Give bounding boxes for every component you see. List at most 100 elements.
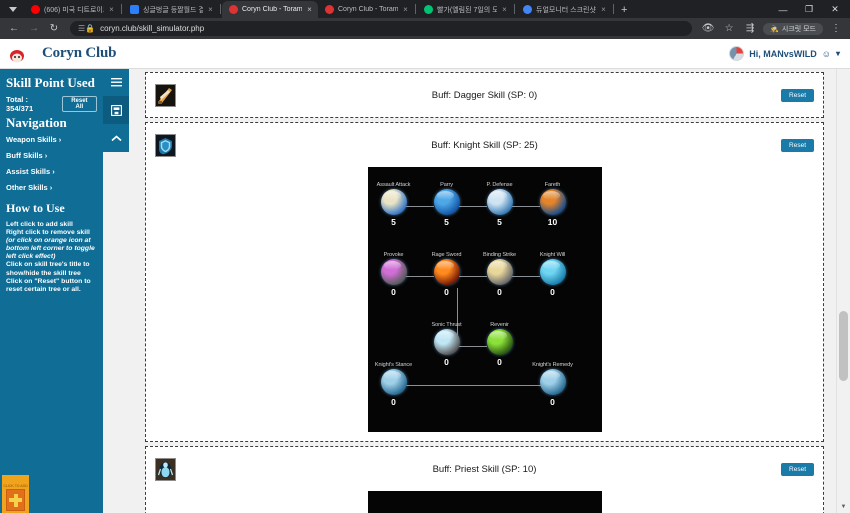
skill-node-label: P. Defense xyxy=(486,182,513,188)
chevron-down-icon: ▾ xyxy=(835,49,840,58)
reload-icon[interactable]: ↻ xyxy=(46,21,62,37)
browser-tab[interactable]: 싱글벙글 등짤월드 결계지형인 × xyxy=(123,1,219,18)
close-icon[interactable]: × xyxy=(501,5,508,14)
site-info-icon[interactable]: ☰🔒 xyxy=(78,24,95,33)
panel-header[interactable]: Buff: Priest Skill (SP: 10) Reset xyxy=(146,447,823,491)
toggle-click-mode-button[interactable]: CLICK TO ADD xyxy=(2,475,29,513)
back-arrow-icon[interactable]: ← xyxy=(6,21,22,37)
tab-search-button[interactable] xyxy=(2,0,24,18)
address-bar[interactable]: ☰🔒 coryn.club/skill_simulator.php xyxy=(70,21,693,36)
browser-menu-icon[interactable]: ⋮ xyxy=(828,21,844,37)
skill-node[interactable]: Rage Sword 0 xyxy=(424,251,470,297)
skill-node-value: 5 xyxy=(444,217,449,227)
incognito-profile-chip[interactable]: 🕵 시크릿 모드 xyxy=(763,22,823,35)
close-icon[interactable]: × xyxy=(600,5,607,14)
hamburger-icon[interactable] xyxy=(103,68,129,96)
book-icon[interactable] xyxy=(103,96,129,124)
user-menu[interactable]: Hi, MANvsWILD ☺ ▾ xyxy=(729,46,840,61)
skill-node-label: Provoke xyxy=(383,252,404,258)
skill-node[interactable]: Binding Strike 0 xyxy=(477,251,523,297)
maximize-button[interactable]: ❐ xyxy=(796,1,822,18)
skill-node-value: 0 xyxy=(391,397,396,407)
skill-node-value: 0 xyxy=(444,287,449,297)
help-line: Left click to add skill xyxy=(6,221,73,228)
skill-node-label: Rage Sword xyxy=(431,252,462,258)
skill-tree-priest[interactable] xyxy=(367,491,602,513)
close-window-button[interactable]: ✕ xyxy=(822,1,848,18)
panel-header[interactable]: Buff: Knight Skill (SP: 25) Reset xyxy=(146,123,823,167)
browser-tab-active[interactable]: Coryn Club - Toram Online D × xyxy=(222,1,318,18)
skill-node-label: Knight's Remedy xyxy=(532,362,573,368)
tab-favicon xyxy=(31,5,40,14)
skill-node[interactable]: Provoke 0 xyxy=(371,251,417,297)
skill-node-value: 0 xyxy=(497,357,502,367)
reset-button[interactable]: Reset xyxy=(781,138,814,152)
sidebar-item-other-skills[interactable]: Other Skills › xyxy=(6,183,97,192)
skill-node-icon xyxy=(486,259,513,285)
sidebar-item-assist-skills[interactable]: Assist Skills › xyxy=(6,167,97,176)
reset-button[interactable]: Reset xyxy=(781,462,814,476)
page-scrollbar[interactable]: ▲ ▼ xyxy=(836,39,850,513)
tab-separator xyxy=(415,4,416,14)
brand-name: Coryn Club xyxy=(42,45,117,61)
how-to-use-title: How to Use xyxy=(6,201,65,215)
scrollbar-thumb[interactable] xyxy=(839,311,848,381)
main-content: Buff: Dagger Skill (SP: 0) Reset Buff: K… xyxy=(129,68,834,513)
brand[interactable]: Coryn Club xyxy=(8,43,116,64)
skill-node[interactable]: P. Defense 5 xyxy=(477,181,523,227)
tab-separator xyxy=(121,4,122,14)
skill-node-icon xyxy=(433,329,460,355)
skill-node-gloss xyxy=(489,261,507,270)
new-tab-button[interactable]: + xyxy=(615,2,633,18)
tab-favicon xyxy=(325,5,334,14)
chevron-up-icon[interactable] xyxy=(103,124,129,152)
skill-node[interactable]: Parry 5 xyxy=(424,181,470,227)
window-controls: — ❐ ✕ xyxy=(770,1,850,18)
coryn-club-logo-icon xyxy=(8,43,38,64)
skill-node-icon xyxy=(433,259,460,285)
browser-tab[interactable]: 듀얼모니터 스크린샷 - Google × xyxy=(516,1,612,18)
tracking-protection-icon[interactable]: 👁 xyxy=(700,21,716,37)
skill-node[interactable]: Sonic Thrust 0 xyxy=(424,321,470,367)
skill-node[interactable]: Revenir 0 xyxy=(477,321,523,367)
tab-strip: (606) 미국 디트로이트 피자 먹 × 싱글벙글 등짤월드 결계지형인 × … xyxy=(0,0,850,18)
close-icon[interactable]: × xyxy=(402,5,409,14)
sidebar-total-row: Total : 354/371 Reset All xyxy=(6,95,97,113)
browser-tab[interactable]: (606) 미국 디트로이트 피자 먹 × xyxy=(24,1,120,18)
split-view-icon[interactable]: ⇶ xyxy=(742,21,758,37)
sidebar-tab-buttons xyxy=(103,68,129,152)
browser-tab[interactable]: 빨가(엘림된 7일의 도시) - 나무 × xyxy=(417,1,513,18)
panel-header[interactable]: Buff: Dagger Skill (SP: 0) Reset xyxy=(146,73,823,117)
close-icon[interactable]: × xyxy=(108,5,115,14)
skill-node[interactable]: Knight Will 0 xyxy=(530,251,576,297)
browser-tab[interactable]: Coryn Club - Toram Online D × xyxy=(318,1,414,18)
tab-title: 싱글벙글 등짤월드 결계지형인 xyxy=(143,6,203,14)
toolbar-actions: 👁 ☆ ⇶ 🕵 시크릿 모드 ⋮ xyxy=(700,21,844,37)
sidebar-item-weapon-skills[interactable]: Weapon Skills › xyxy=(6,135,97,144)
tab-favicon xyxy=(523,5,532,14)
skill-tree-knight[interactable]: Assault Attack 5 Parry 5 P. Defense 5 Fareth 10… xyxy=(367,167,602,432)
skill-node[interactable]: Knight's Stance 0 xyxy=(371,361,417,407)
minimize-button[interactable]: — xyxy=(770,1,796,18)
skill-node[interactable]: Knight's Remedy 0 xyxy=(530,361,576,407)
tab-separator xyxy=(613,4,614,14)
corner-button-label: CLICK TO ADD xyxy=(3,484,28,488)
navigation-title: Navigation xyxy=(6,115,67,130)
skill-node[interactable]: Assault Attack 5 xyxy=(371,181,417,227)
help-line: bottom left corner to toggle xyxy=(6,245,95,253)
skill-node-label: Revenir xyxy=(490,322,509,328)
reset-all-button[interactable]: Reset All xyxy=(61,96,97,112)
reset-button[interactable]: Reset xyxy=(781,88,814,102)
bookmark-star-icon[interactable]: ☆ xyxy=(721,21,737,37)
skill-node-icon xyxy=(380,259,407,285)
skill-node[interactable]: Fareth 10 xyxy=(530,181,576,227)
scroll-down-arrow-icon[interactable]: ▼ xyxy=(837,501,850,513)
close-icon[interactable]: × xyxy=(207,5,214,14)
forward-arrow-icon[interactable]: → xyxy=(26,21,42,37)
sidebar-item-buff-skills[interactable]: Buff Skills › xyxy=(6,151,97,160)
help-line: reset certain tree or all. xyxy=(6,285,81,293)
url-text: coryn.club/skill_simulator.php xyxy=(100,24,205,33)
close-icon[interactable]: × xyxy=(306,5,313,14)
skill-node-icon xyxy=(380,369,407,395)
tab-title: 듀얼모니터 스크린샷 - Google xyxy=(536,6,596,14)
